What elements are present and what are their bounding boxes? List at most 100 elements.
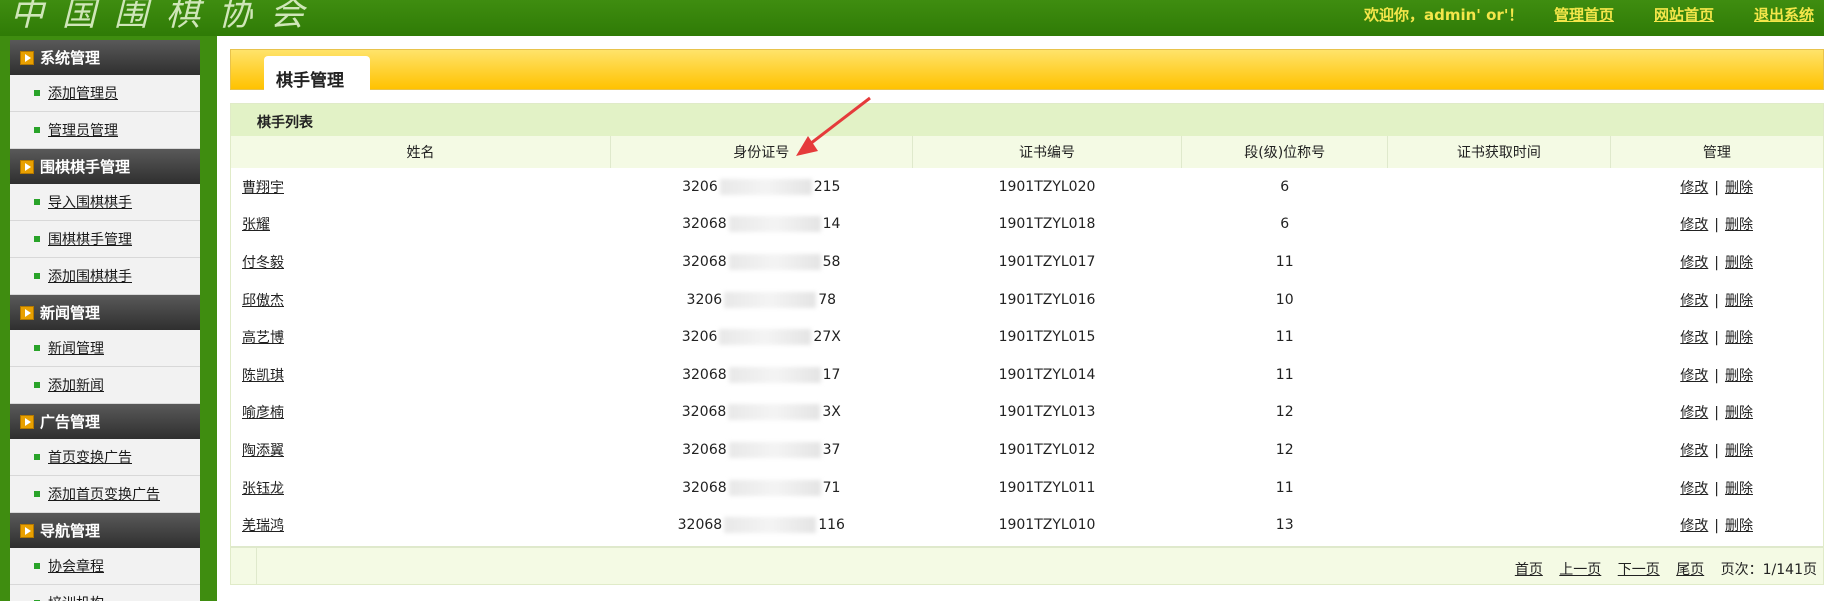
action-separator: | xyxy=(1714,217,1719,234)
action-separator: | xyxy=(1714,442,1719,459)
first-page-link[interactable]: 首页 xyxy=(1515,562,1543,578)
id-prefix: 32068 xyxy=(682,216,727,233)
column-header: 姓名 xyxy=(231,136,611,168)
cell-cert-number: 1901TZYL011 xyxy=(998,479,1096,496)
sidebar-item[interactable]: 导入围棋棋手 xyxy=(10,184,200,221)
section-arrow-icon xyxy=(20,159,34,174)
delete-link[interactable]: 删除 xyxy=(1725,180,1753,196)
cell-cert-number: 1901TZYL012 xyxy=(998,441,1096,458)
cell-name: 羌瑞鸿 xyxy=(231,506,610,544)
delete-link[interactable]: 删除 xyxy=(1725,368,1753,384)
delete-link[interactable]: 删除 xyxy=(1725,518,1753,534)
cell-name: 高艺博 xyxy=(231,318,610,356)
id-prefix: 32068 xyxy=(682,441,727,458)
cell-id-number: 32068 116 xyxy=(610,506,912,544)
page-title: 棋手管理 xyxy=(264,56,370,92)
bullet-icon xyxy=(34,491,40,497)
table-row: 付冬毅 32068 58 1901TZYL017 11 修改 | 删除 xyxy=(231,243,1823,281)
sidebar-item-label: 添加首页变换广告 xyxy=(48,487,160,503)
cell-actions: 修改 | 删除 xyxy=(1610,356,1823,394)
delete-link[interactable]: 删除 xyxy=(1725,255,1753,271)
sidebar-item[interactable]: 首页变换广告 xyxy=(10,439,200,476)
cell-id-number: 32068 37 xyxy=(610,431,912,469)
player-name-link[interactable]: 邱傲杰 xyxy=(242,293,284,309)
id-prefix: 3206 xyxy=(681,329,718,346)
sidebar-item[interactable]: 添加首页变换广告 xyxy=(10,476,200,513)
delete-link[interactable]: 删除 xyxy=(1725,405,1753,421)
edit-link[interactable]: 修改 xyxy=(1680,481,1708,497)
player-name-link[interactable]: 张钰龙 xyxy=(242,481,284,497)
sidebar-section-2[interactable]: 新闻管理 xyxy=(10,295,200,330)
sidebar-item[interactable]: 新闻管理 xyxy=(10,330,200,367)
sidebar-item-label: 添加新闻 xyxy=(48,378,104,394)
delete-link[interactable]: 删除 xyxy=(1725,481,1753,497)
player-name-link[interactable]: 高艺博 xyxy=(242,330,284,346)
edit-link[interactable]: 修改 xyxy=(1680,368,1708,384)
cell-id-number: 3206 27X xyxy=(610,318,912,356)
edit-link[interactable]: 修改 xyxy=(1680,180,1708,196)
sidebar-item[interactable]: 添加新闻 xyxy=(10,367,200,404)
sidebar-section-title: 新闻管理 xyxy=(40,304,101,322)
cell-cert-time xyxy=(1388,206,1611,244)
edit-link[interactable]: 修改 xyxy=(1680,330,1708,346)
player-name-link[interactable]: 陈凯琪 xyxy=(242,368,284,384)
player-name-link[interactable]: 陶添翼 xyxy=(242,443,284,459)
player-list-panel: 棋手列表 姓名 身份证号 证书编号 段(级)位称号 证书获取时间 管理 曹翔宇 3206 21… xyxy=(230,103,1824,585)
sidebar-item[interactable]: 添加围棋棋手 xyxy=(10,258,200,295)
section-arrow-icon xyxy=(20,50,34,65)
cell-name: 喻彦楠 xyxy=(231,394,610,432)
column-header: 段(级)位称号 xyxy=(1181,136,1388,168)
sidebar-item[interactable]: 添加管理员 xyxy=(10,75,200,112)
logout-link[interactable]: 退出系统 xyxy=(1754,4,1814,25)
sidebar-section-3[interactable]: 广告管理 xyxy=(10,404,200,439)
bullet-icon xyxy=(34,236,40,242)
table-row: 高艺博 3206 27X 1901TZYL015 11 修改 | 删除 xyxy=(231,318,1823,356)
delete-link[interactable]: 删除 xyxy=(1725,443,1753,459)
redaction-blur xyxy=(728,216,821,233)
edit-link[interactable]: 修改 xyxy=(1680,405,1708,421)
sidebar-item[interactable]: 培训机构 xyxy=(10,585,200,601)
bullet-icon xyxy=(34,345,40,351)
cell-cert-number: 1901TZYL013 xyxy=(998,404,1096,421)
site-home-link[interactable]: 网站首页 xyxy=(1654,4,1714,25)
bullet-icon xyxy=(34,563,40,569)
edit-link[interactable]: 修改 xyxy=(1680,217,1708,233)
player-table: 姓名 身份证号 证书编号 段(级)位称号 证书获取时间 管理 曹翔宇 3206 215 1901… xyxy=(231,136,1823,544)
id-prefix: 32068 xyxy=(682,253,727,270)
edit-link[interactable]: 修改 xyxy=(1680,443,1708,459)
page-title-bar: 棋手管理 xyxy=(230,49,1824,92)
edit-link[interactable]: 修改 xyxy=(1680,255,1708,271)
cell-id-number: 32068 14 xyxy=(610,206,912,244)
top-header: 中国围棋协会 欢迎你，admin' or'！ 管理首页 网站首页 退出系统 xyxy=(0,0,1824,36)
edit-link[interactable]: 修改 xyxy=(1680,293,1708,309)
player-name-link[interactable]: 张耀 xyxy=(242,217,270,233)
bullet-icon xyxy=(34,199,40,205)
sidebar-item[interactable]: 围棋棋手管理 xyxy=(10,221,200,258)
edit-link[interactable]: 修改 xyxy=(1680,518,1708,534)
player-name-link[interactable]: 羌瑞鸿 xyxy=(242,518,284,534)
cell-cert-time xyxy=(1388,394,1611,432)
sidebar-section-1[interactable]: 围棋棋手管理 xyxy=(10,149,200,184)
player-name-link[interactable]: 付冬毅 xyxy=(242,255,284,271)
delete-link[interactable]: 删除 xyxy=(1725,293,1753,309)
delete-link[interactable]: 删除 xyxy=(1725,217,1753,233)
action-separator: | xyxy=(1714,292,1719,309)
player-name-link[interactable]: 喻彦楠 xyxy=(242,405,284,421)
redaction-blur xyxy=(728,366,821,383)
player-name-link[interactable]: 曹翔宇 xyxy=(242,180,284,196)
last-page-link[interactable]: 尾页 xyxy=(1676,562,1704,578)
section-arrow-icon xyxy=(20,414,34,429)
sidebar-item[interactable]: 协会章程 xyxy=(10,548,200,585)
admin-home-link[interactable]: 管理首页 xyxy=(1554,4,1614,25)
next-page-link[interactable]: 下一页 xyxy=(1618,562,1660,578)
cell-rank: 12 xyxy=(1275,441,1294,458)
sidebar-section-0[interactable]: 系统管理 xyxy=(10,40,200,75)
sidebar-item[interactable]: 管理员管理 xyxy=(10,112,200,149)
cell-actions: 修改 | 删除 xyxy=(1610,506,1823,544)
prev-page-link[interactable]: 上一页 xyxy=(1559,562,1601,578)
delete-link[interactable]: 删除 xyxy=(1725,330,1753,346)
cell-cert-number: 1901TZYL016 xyxy=(998,291,1096,308)
action-separator: | xyxy=(1714,518,1719,535)
sidebar-section-4[interactable]: 导航管理 xyxy=(10,513,200,548)
action-separator: | xyxy=(1714,179,1719,196)
